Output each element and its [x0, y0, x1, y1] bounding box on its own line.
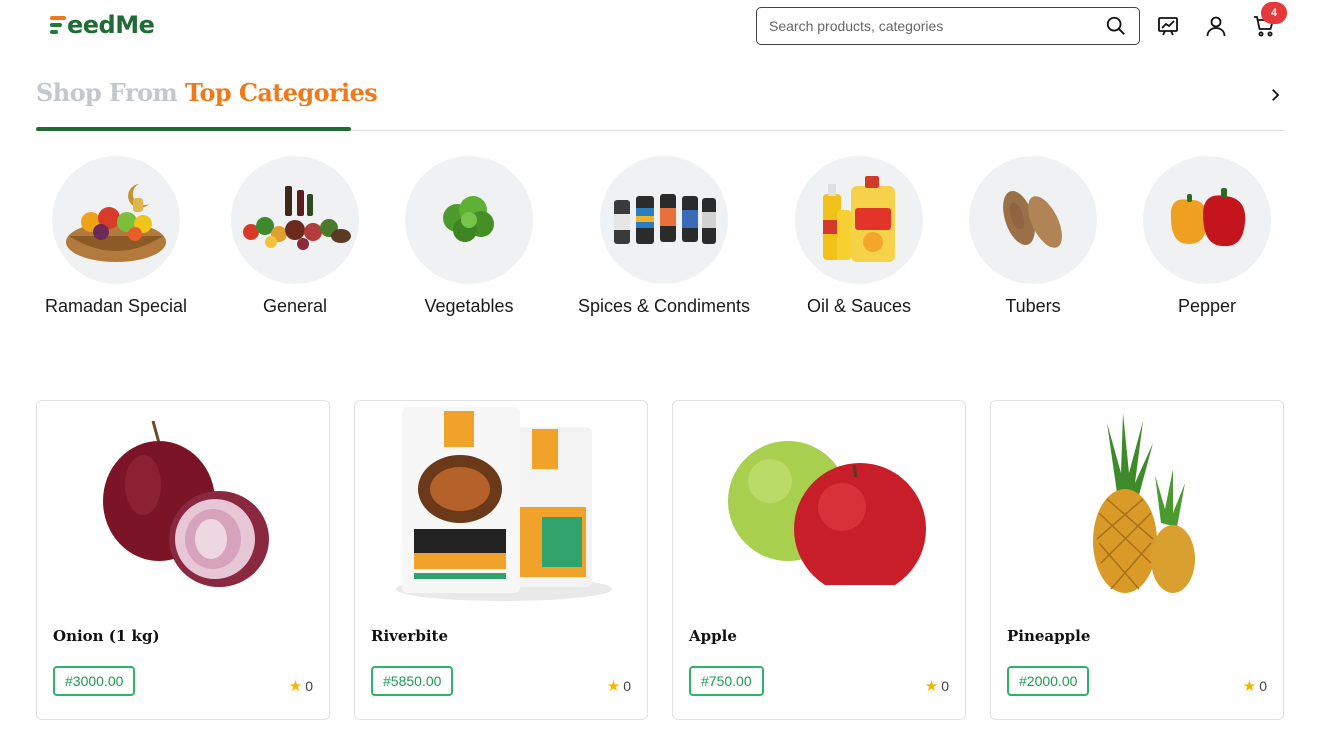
rating: ★ 0: [1243, 677, 1267, 695]
fruit-basket-icon: [66, 184, 166, 262]
category-spices-condiments[interactable]: Spices & Condiments: [564, 156, 764, 317]
logo[interactable]: eedMe: [50, 9, 155, 41]
search-bar: [756, 7, 1140, 45]
category-image: [969, 156, 1097, 284]
leafy-greens-icon: [443, 196, 494, 242]
price-tag: #2000.00: [1007, 666, 1090, 696]
category-label: Pepper: [1177, 296, 1237, 316]
rating: ★ 0: [925, 677, 949, 695]
category-tubers[interactable]: Tubers: [933, 156, 1133, 317]
category-image: [795, 156, 923, 284]
oil-bottles-icon: [823, 176, 895, 262]
spice-jars-icon: [614, 194, 716, 244]
category-image: [600, 156, 728, 284]
product-name: Riverbite: [371, 627, 448, 645]
onion-icon: [103, 420, 269, 587]
rating: ★ 0: [289, 677, 313, 695]
product-image: [999, 405, 1275, 605]
groceries-icon: [243, 186, 351, 250]
rating-value: 0: [1259, 678, 1267, 694]
star-icon: ★: [1242, 678, 1257, 695]
category-image: [231, 156, 359, 284]
product-image: [681, 405, 957, 605]
rating-value: 0: [623, 678, 631, 694]
logo-text: eedMe: [67, 11, 155, 39]
category-ramadan-special[interactable]: Ramadan Special: [16, 156, 216, 317]
category-general[interactable]: General: [195, 156, 395, 317]
section-title-accent: Top Categories: [184, 78, 378, 107]
category-label: Vegetables: [424, 296, 514, 316]
rating-value: 0: [941, 678, 949, 694]
title-underline: [36, 127, 351, 131]
product-name: Pineapple: [1007, 627, 1091, 645]
star-icon: ★: [288, 678, 303, 695]
cart-count-badge: 4: [1261, 2, 1287, 24]
product-image: [45, 405, 321, 605]
product-card-onion[interactable]: Onion (1 kg) #3000.00 ★ 0: [36, 400, 330, 720]
header: eedMe 4: [0, 0, 1328, 56]
product-card-riverbite[interactable]: Riverbite #5850.00 ★ 0: [354, 400, 648, 720]
category-image: [1143, 156, 1271, 284]
yam-icon: [1003, 191, 1062, 248]
rating: ★ 0: [607, 677, 631, 695]
user-icon[interactable]: [1204, 14, 1228, 38]
category-vegetables[interactable]: Vegetables: [369, 156, 569, 317]
search-input[interactable]: [757, 8, 1105, 44]
apple-icon: [728, 441, 926, 585]
category-label: Tubers: [1005, 296, 1061, 316]
product-image: [363, 405, 639, 605]
star-icon: ★: [606, 678, 621, 695]
category-image: [405, 156, 533, 284]
product-name: Onion (1 kg): [53, 627, 160, 645]
snack-pack-icon: [396, 407, 612, 601]
product-card-pineapple[interactable]: Pineapple #2000.00 ★ 0: [990, 400, 1284, 720]
star-icon: ★: [924, 678, 939, 695]
category-label: Ramadan Special: [44, 296, 188, 316]
category-pepper[interactable]: Pepper: [1107, 156, 1307, 317]
pineapple-icon: [1093, 413, 1195, 593]
price-tag: #750.00: [689, 666, 764, 696]
section-title-muted: Shop From: [36, 78, 178, 107]
chart-icon[interactable]: [1156, 14, 1180, 38]
product-name: Apple: [689, 627, 737, 645]
rating-value: 0: [305, 678, 313, 694]
bell-pepper-icon: [1170, 188, 1246, 247]
price-tag: #3000.00: [53, 666, 136, 696]
category-oil-sauces[interactable]: Oil & Sauces: [759, 156, 959, 317]
category-label: Oil & Sauces: [806, 296, 912, 316]
chevron-right-icon[interactable]: [1266, 86, 1284, 104]
search-icon[interactable]: [1105, 15, 1127, 37]
category-label: General: [262, 296, 328, 316]
category-image: [52, 156, 180, 284]
section-title: Shop From Top Categories: [36, 78, 378, 107]
product-card-apple[interactable]: Apple #750.00 ★ 0: [672, 400, 966, 720]
category-label: Spices & Condiments: [577, 296, 751, 316]
logo-mark-icon: [50, 13, 66, 37]
price-tag: #5850.00: [371, 666, 454, 696]
